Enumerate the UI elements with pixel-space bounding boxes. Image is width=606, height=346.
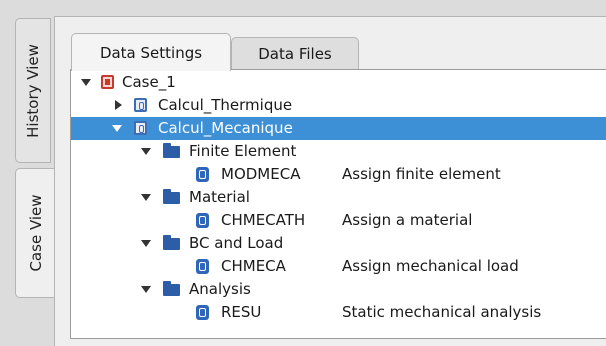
expand-arrow-icon[interactable] [141,286,151,293]
expand-arrow-icon[interactable] [81,79,91,86]
tree-row-case[interactable]: Case_1 [71,71,606,94]
command-icon [196,167,209,182]
command-icon [196,259,209,274]
tree-row-finite-element[interactable]: Finite Element [71,140,606,163]
tree-row-material[interactable]: Material [71,186,606,209]
side-tab-history-view-label: History View [24,43,42,138]
folder-icon [163,189,180,204]
side-tab-history-view[interactable]: History View [15,18,51,163]
command-name: CHMECA [221,257,286,275]
tree-row-modmeca[interactable]: MODMECA Assign finite element [71,163,606,186]
tab-data-files-label: Data Files [258,45,332,63]
tab-data-settings[interactable]: Data Settings [71,33,231,71]
tree-row-resu[interactable]: RESU Static mechanical analysis [71,301,606,324]
folder-icon [163,235,180,250]
command-name: RESU [221,303,262,321]
case-icon [101,75,114,89]
tree-row-calcul-mecanique[interactable]: Calcul_Mecanique [71,117,606,140]
tree-row-label: BC and Load [189,234,284,252]
command-description: Assign mechanical load [342,257,519,275]
collapse-arrow-icon[interactable] [115,100,122,110]
expand-arrow-icon[interactable] [141,194,151,201]
tree-row-label: Case_1 [122,73,176,91]
folder-icon [163,143,180,158]
tree-row-bc-and-load[interactable]: BC and Load [71,232,606,255]
expand-arrow-icon[interactable] [141,148,151,155]
calculation-icon [134,98,147,112]
command-name: MODMECA [221,165,301,183]
calculation-icon [134,121,147,135]
tree-row-label: Calcul_Mecanique [158,119,293,137]
tree-row-label: Analysis [189,280,251,298]
tree-row-label: Material [189,188,250,206]
tree-row-label: Finite Element [189,142,297,160]
command-icon [196,213,209,228]
command-name: CHMECATH [221,211,306,229]
case-tree[interactable]: Case_1 Calcul_Thermique Calcul_Mecanique… [70,69,606,339]
tree-row-chmeca[interactable]: CHMECA Assign mechanical load [71,255,606,278]
tab-data-settings-label: Data Settings [99,43,203,62]
tree-row-analysis[interactable]: Analysis [71,278,606,301]
side-tab-case-view[interactable]: Case View [15,168,55,298]
side-tab-case-view-label: Case View [26,194,45,272]
expand-arrow-icon[interactable] [112,125,122,132]
tab-data-files[interactable]: Data Files [231,37,359,70]
command-icon [196,305,209,320]
folder-icon [163,281,180,296]
tree-row-chmecath[interactable]: CHMECATH Assign a material [71,209,606,232]
expand-arrow-icon[interactable] [141,240,151,247]
tree-row-label: Calcul_Thermique [158,96,293,114]
command-description: Static mechanical analysis [342,303,542,321]
command-description: Assign a material [342,211,473,229]
command-description: Assign finite element [342,165,501,183]
tree-row-calcul-thermique[interactable]: Calcul_Thermique [71,94,606,117]
